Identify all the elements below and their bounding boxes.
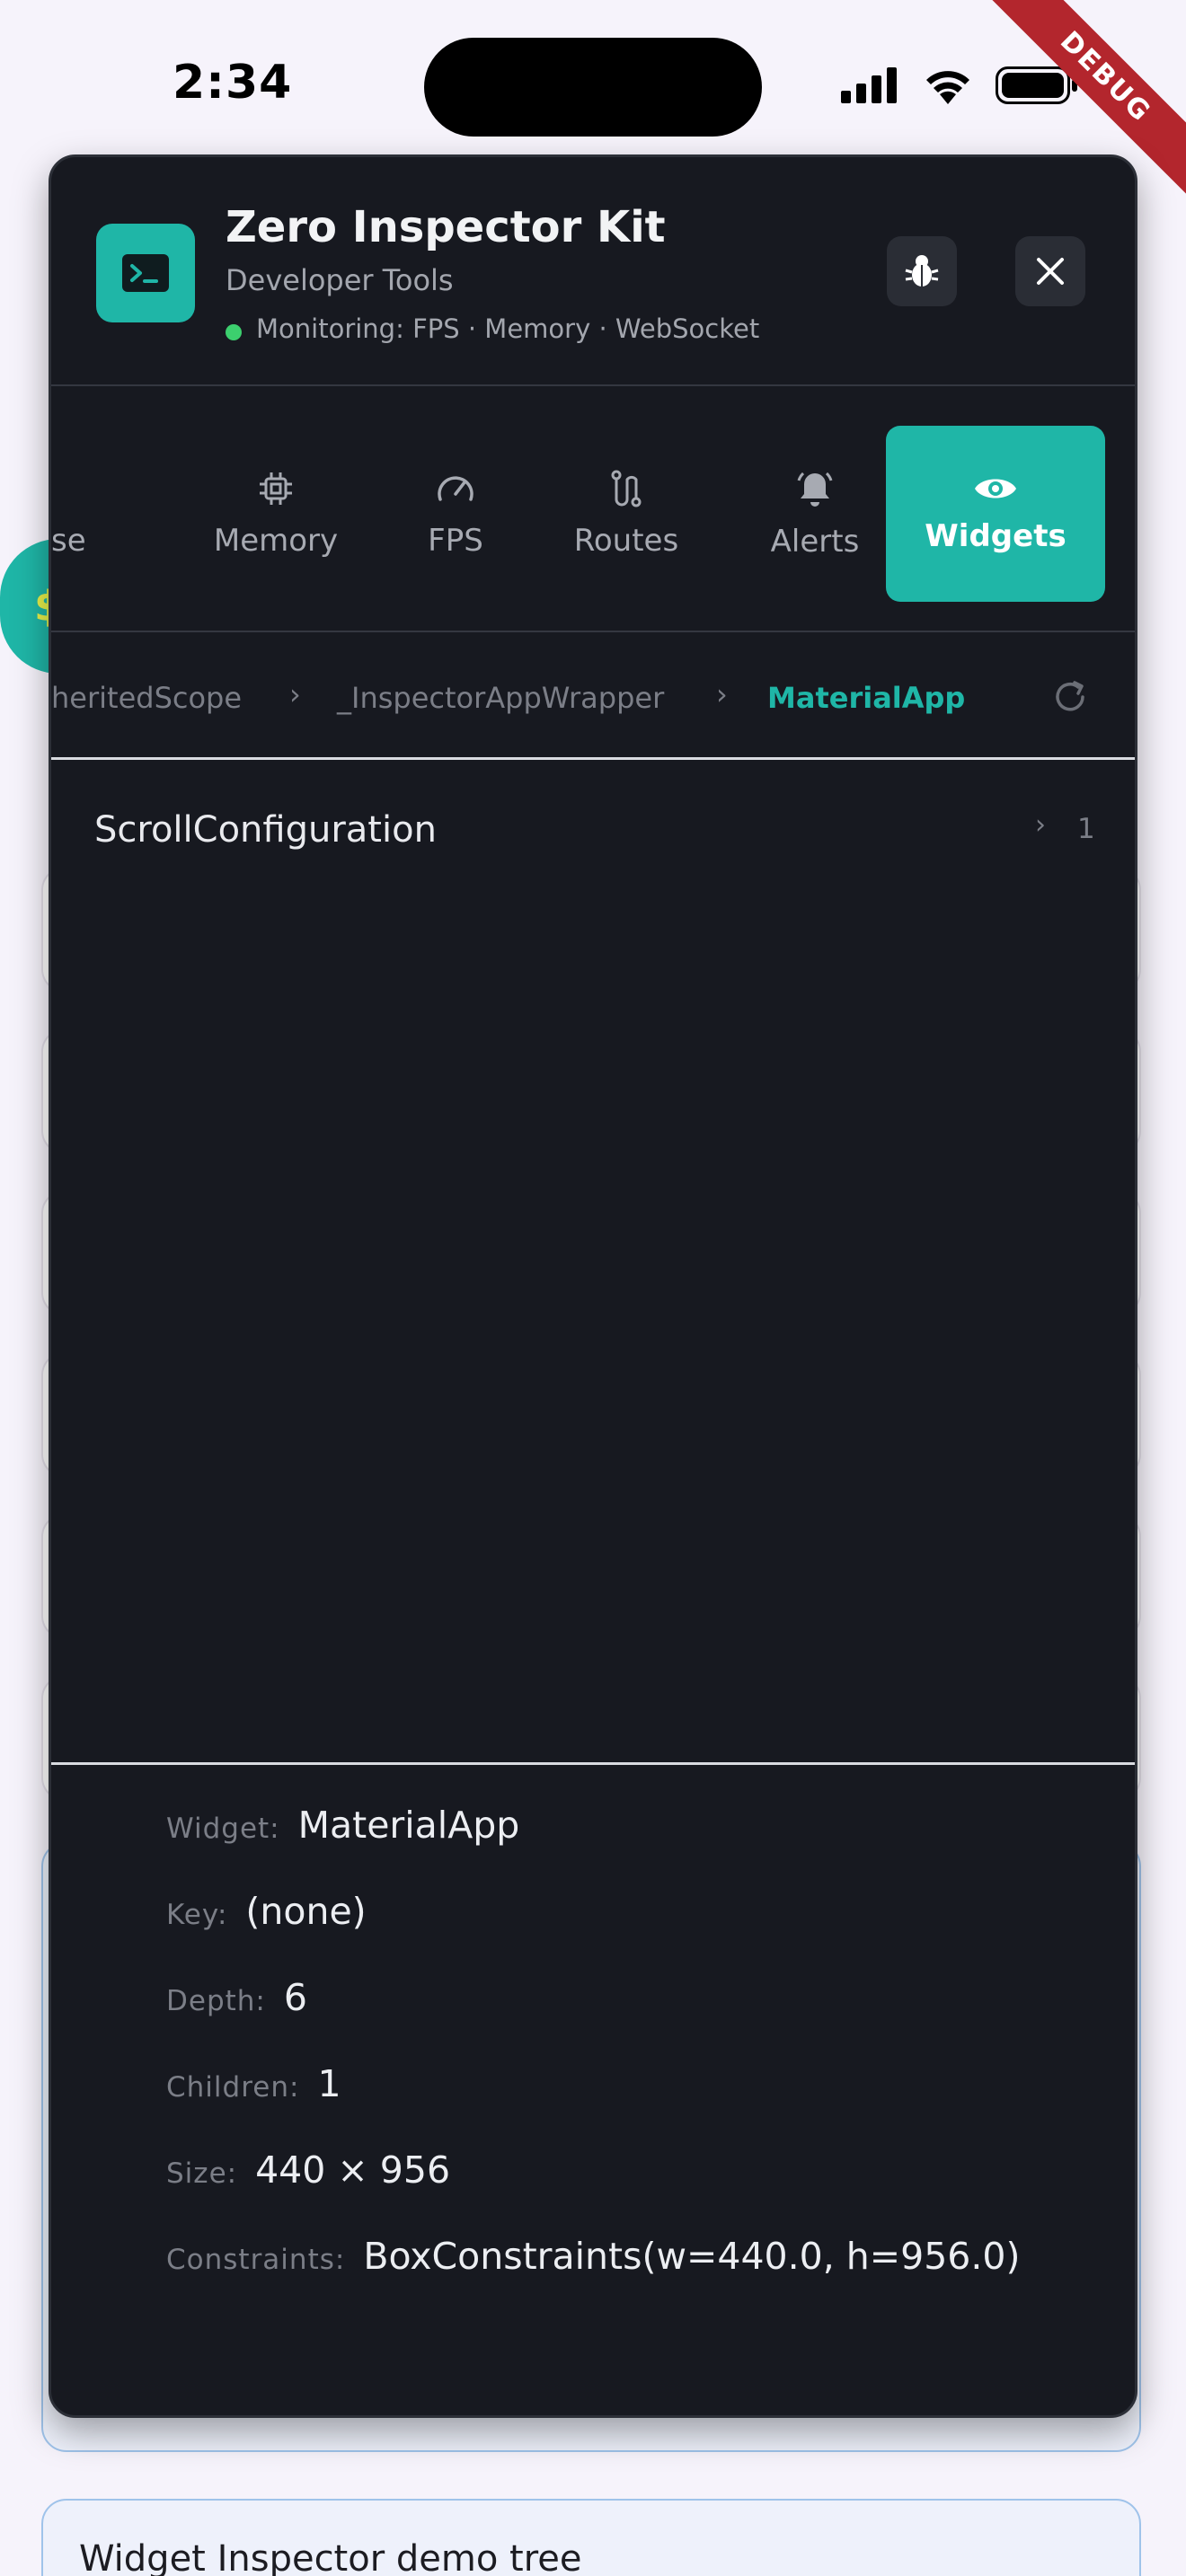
chevron-right-icon: › <box>1035 809 1046 841</box>
speedometer-icon <box>438 476 474 501</box>
detail-row-constraints: Constraints: BoxConstraints(w=440.0, h=9… <box>166 2235 1021 2278</box>
bug-button[interactable] <box>887 236 957 306</box>
inspector-subtitle: Developer Tools <box>226 263 454 297</box>
tab-widgets[interactable]: Widgets <box>886 426 1105 602</box>
tab-routes[interactable]: Routes <box>545 426 707 602</box>
detail-value: 440 × 956 <box>255 2148 451 2192</box>
detail-row-key: Key: (none) <box>166 1890 367 1933</box>
signal-icon <box>841 67 897 103</box>
tree-row-child-count: 1 <box>1077 813 1095 845</box>
eye-icon <box>975 479 1016 498</box>
chevron-right-icon: › <box>716 677 728 711</box>
tree-row-label: ScrollConfiguration <box>94 809 437 851</box>
tab-partial[interactable]: se <box>51 426 123 602</box>
tab-bar: se Memory FPS Routes Alerts Widgets <box>51 388 1135 632</box>
tab-memory[interactable]: Memory <box>186 426 366 602</box>
tab-label: Widgets <box>925 518 1067 554</box>
route-icon <box>611 470 642 507</box>
chip-icon <box>260 472 292 505</box>
tab-label: se <box>51 523 86 559</box>
close-button[interactable] <box>1015 236 1085 306</box>
status-icons <box>839 63 1078 108</box>
bell-icon <box>797 472 833 507</box>
detail-row-children: Children: 1 <box>166 2062 341 2105</box>
tab-label: Alerts <box>770 524 860 560</box>
detail-key: Depth: <box>166 1985 266 2017</box>
detail-key: Constraints: <box>166 2244 346 2276</box>
detail-key: Children: <box>166 2071 300 2104</box>
widget-details: Widget: MaterialApp Key: (none) Depth: 6… <box>51 1768 1135 2415</box>
tab-alerts[interactable]: Alerts <box>734 426 896 602</box>
breadcrumb: heritedScope › _InspectorAppWrapper › Ma… <box>51 634 1135 760</box>
terminal-icon <box>96 224 195 322</box>
detail-key: Key: <box>166 1899 228 1931</box>
bug-icon <box>905 255 939 287</box>
breadcrumb-item[interactable]: heritedScope <box>51 681 242 715</box>
inspector-title: Zero Inspector Kit <box>226 202 666 252</box>
monitoring-status-dot <box>226 324 242 340</box>
detail-value: 1 <box>317 2062 341 2105</box>
breadcrumb-item[interactable]: _InspectorAppWrapper <box>337 681 664 715</box>
monitoring-status: Monitoring: FPS · Memory · WebSocket <box>256 313 760 344</box>
detail-value: (none) <box>245 1890 367 1933</box>
tree-row[interactable]: ScrollConfiguration › 1 <box>51 763 1135 897</box>
detail-key: Size: <box>166 2157 238 2190</box>
inspector-panel: Zero Inspector Kit Developer Tools Monit… <box>49 154 1137 2418</box>
detail-value: 6 <box>283 1976 307 2019</box>
refresh-icon[interactable] <box>1050 677 1090 717</box>
tab-label: Routes <box>573 523 679 559</box>
detail-value: BoxConstraints(w=440.0, h=956.0) <box>363 2235 1021 2278</box>
dynamic-island <box>424 38 762 137</box>
detail-row-size: Size: 440 × 956 <box>166 2148 450 2192</box>
demo-tree-title: Widget Inspector demo tree <box>79 2538 582 2576</box>
tab-fps[interactable]: FPS <box>393 426 518 602</box>
tab-label: Memory <box>213 523 339 559</box>
breadcrumb-current[interactable]: MaterialApp <box>767 681 965 715</box>
detail-row-widget: Widget: MaterialApp <box>166 1804 519 1847</box>
tab-label: FPS <box>428 523 483 559</box>
inspector-header: Zero Inspector Kit Developer Tools Monit… <box>51 157 1135 386</box>
wifi-icon <box>926 71 969 104</box>
detail-value: MaterialApp <box>297 1804 520 1847</box>
status-time: 2:34 <box>173 56 293 110</box>
close-icon <box>1037 258 1064 285</box>
chevron-right-icon: › <box>289 677 301 711</box>
detail-row-depth: Depth: 6 <box>166 1976 307 2019</box>
widget-tree: ScrollConfiguration › 1 <box>51 763 1135 1765</box>
detail-key: Widget: <box>166 1813 280 1845</box>
